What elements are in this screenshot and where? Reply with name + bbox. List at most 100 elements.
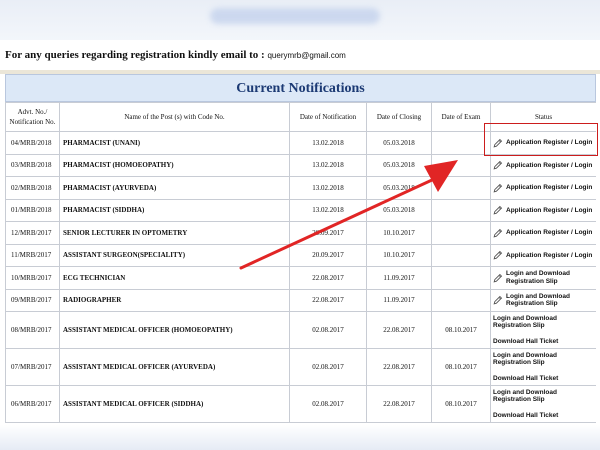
status-cell: Application Register / Login — [490, 243, 596, 267]
status-link[interactable]: Login and Download Registration Slip — [493, 315, 557, 330]
post-name: ASSISTANT MEDICAL OFFICER (AYURVEDA) — [59, 348, 290, 386]
post-name: ASSISTANT SURGEON(SPECIALITY) — [59, 243, 290, 267]
status-cell: Application Register / Login — [490, 153, 596, 177]
date-closing: 05.03.2018 — [366, 198, 432, 222]
post-name: SENIOR LECTURER IN OPTOMETRY — [59, 221, 290, 245]
status-cell: Login and Download Registration Slip Down… — [490, 311, 596, 349]
pencil-icon — [493, 251, 503, 260]
date-notification: 22.08.2017 — [289, 266, 367, 290]
advt-no: 09/MRB/2017 — [5, 288, 60, 312]
status-link[interactable]: Login and Download Registration Slip — [506, 293, 596, 308]
advt-no: 04/MRB/2018 — [5, 131, 60, 155]
table-row: 03/MRB/2018 PHARMACIST (HOMOEOPATHY) 13.02… — [5, 153, 596, 177]
post-name: PHARMACIST (AYURVEDA) — [59, 176, 290, 200]
status-cell: Login and Download Registration Slip Down… — [490, 385, 596, 423]
pencil-icon — [493, 296, 503, 305]
table-row: 09/MRB/2017 RADIOGRAPHER 22.08.2017 11.09.2… — [5, 288, 596, 312]
status-cell: Login and Download Registration Slip Down… — [490, 348, 596, 386]
date-notification: 20.09.2017 — [289, 221, 367, 245]
status-cell: Login and Download Registration Slip — [490, 266, 596, 290]
date-closing: 10.10.2017 — [366, 243, 432, 267]
post-name: ASSISTANT MEDICAL OFFICER (HOMOEOPATHY) — [59, 311, 290, 349]
advt-no: 06/MRB/2017 — [5, 385, 60, 423]
status-link[interactable]: Application Register / Login — [506, 162, 592, 170]
status-link[interactable]: Application Register / Login — [506, 252, 592, 260]
table-row: 01/MRB/2018 PHARMACIST (SIDDHA) 13.02.2018… — [5, 198, 596, 222]
post-name: RADIOGRAPHER — [59, 288, 290, 312]
date-closing: 11.09.2017 — [366, 266, 432, 290]
hall-ticket-link[interactable]: Download Hall Ticket — [493, 375, 596, 383]
query-text: For any queries regarding registration k… — [5, 49, 265, 61]
status-cell: Login and Download Registration Slip — [490, 288, 596, 312]
date-notification: 02.08.2017 — [289, 385, 367, 423]
date-notification: 13.02.2018 — [289, 153, 367, 177]
status-link[interactable]: Application Register / Login — [506, 229, 592, 237]
date-closing: 22.08.2017 — [366, 385, 432, 423]
date-notification: 02.08.2017 — [289, 348, 367, 386]
status-link[interactable]: Login and Download Registration Slip — [493, 389, 557, 404]
advt-no: 01/MRB/2018 — [5, 198, 60, 222]
advt-no: 07/MRB/2017 — [5, 348, 60, 386]
advt-no: 12/MRB/2017 — [5, 221, 60, 245]
advt-no: 11/MRB/2017 — [5, 243, 60, 267]
post-name: PHARMACIST (HOMOEOPATHY) — [59, 153, 290, 177]
table-row: 07/MRB/2017 ASSISTANT MEDICAL OFFICER (AY… — [5, 348, 596, 386]
table-row: 08/MRB/2017 ASSISTANT MEDICAL OFFICER (HO… — [5, 311, 596, 349]
date-notification: 20.09.2017 — [289, 243, 367, 267]
date-notification: 22.08.2017 — [289, 288, 367, 312]
hall-ticket-link[interactable]: Download Hall Ticket — [493, 338, 596, 346]
date-closing: 10.10.2017 — [366, 221, 432, 245]
date-exam — [431, 153, 491, 177]
table-row: 06/MRB/2017 ASSISTANT MEDICAL OFFICER (SI… — [5, 385, 596, 423]
status-link[interactable]: Application Register / Login — [506, 184, 592, 192]
date-notification: 13.02.2018 — [289, 176, 367, 200]
site-header-banner — [0, 0, 600, 40]
date-exam — [431, 288, 491, 312]
header-date-exam: Date of Exam — [431, 102, 491, 132]
status-link[interactable]: Login and Download Registration Slip — [493, 352, 557, 367]
pencil-icon — [493, 161, 503, 170]
post-name: PHARMACIST (SIDDHA) — [59, 198, 290, 222]
date-exam — [431, 221, 491, 245]
pencil-icon — [493, 206, 503, 215]
status-cell: Application Register / Login — [490, 198, 596, 222]
post-name: ECG TECHNICIAN — [59, 266, 290, 290]
date-exam — [431, 176, 491, 200]
date-exam — [431, 243, 491, 267]
date-closing: 11.09.2017 — [366, 288, 432, 312]
query-email-link[interactable]: querymrb@gmail.com — [267, 51, 345, 60]
date-closing: 05.03.2018 — [366, 131, 432, 155]
pencil-icon — [493, 273, 503, 283]
bottom-fade — [0, 425, 600, 450]
status-cell: Application Register / Login — [490, 176, 596, 200]
status-link[interactable]: Login and Download Registration Slip — [506, 270, 596, 285]
hall-ticket-link[interactable]: Download Hall Ticket — [493, 412, 596, 420]
header-post-name: Name of the Post (s) with Code No. — [59, 102, 290, 132]
advt-no: 02/MRB/2018 — [5, 176, 60, 200]
header-date-notification: Date of Notification — [289, 102, 367, 132]
date-closing: 05.03.2018 — [366, 153, 432, 177]
section-title: Current Notifications — [5, 74, 596, 102]
status-link[interactable]: Application Register / Login — [506, 207, 592, 215]
header-advt-no: Advt. No./ Notification No. — [5, 102, 60, 132]
date-exam: 08.10.2017 — [431, 348, 491, 386]
date-closing: 05.03.2018 — [366, 176, 432, 200]
site-logo-blurred — [210, 8, 380, 24]
date-exam: 08.10.2017 — [431, 385, 491, 423]
date-exam — [431, 131, 491, 155]
post-name: ASSISTANT MEDICAL OFFICER (SIDDHA) — [59, 385, 290, 423]
table-row: 12/MRB/2017 SENIOR LECTURER IN OPTOMETRY 2… — [5, 221, 596, 245]
date-notification: 13.02.2018 — [289, 198, 367, 222]
date-notification: 02.08.2017 — [289, 311, 367, 349]
date-closing: 22.08.2017 — [366, 311, 432, 349]
table-row: 11/MRB/2017 ASSISTANT SURGEON(SPECIALITY)… — [5, 243, 596, 267]
pencil-icon — [493, 183, 503, 193]
annotation-highlight-box — [484, 123, 598, 156]
table-row: 10/MRB/2017 ECG TECHNICIAN 22.08.2017 11.09… — [5, 266, 596, 290]
table-row: 02/MRB/2018 PHARMACIST (AYURVEDA) 13.02.20… — [5, 176, 596, 200]
header-date-closing: Date of Closing — [366, 102, 432, 132]
advt-no: 03/MRB/2018 — [5, 153, 60, 177]
date-closing: 22.08.2017 — [366, 348, 432, 386]
date-notification: 13.02.2018 — [289, 131, 367, 155]
advt-no: 10/MRB/2017 — [5, 266, 60, 290]
